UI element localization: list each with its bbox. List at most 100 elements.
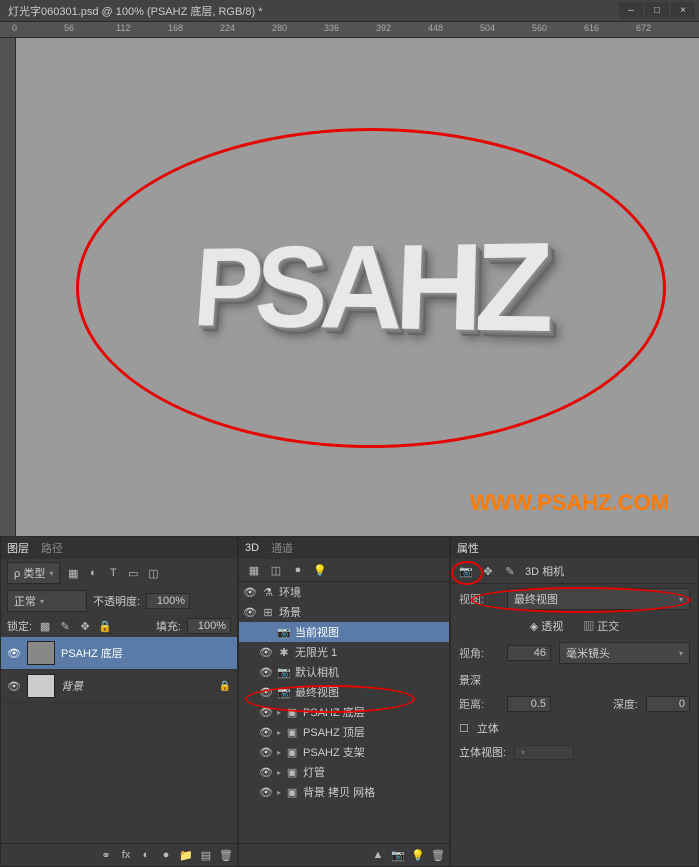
close-button[interactable]: × xyxy=(671,2,695,18)
visibility-toggle[interactable]: 👁 xyxy=(7,647,21,660)
layers-panel: 图层 路径 ρ 类型 ▾ ▦ ◐ T ▭ ◫ 正常 ▾ 不透明度: 100% 锁… xyxy=(0,536,238,867)
item-environment[interactable]: 👁⚗环境 xyxy=(239,582,449,602)
fov-input[interactable]: 46 xyxy=(507,645,551,661)
filter-shape-icon[interactable]: ▭ xyxy=(126,566,140,580)
item-infinite-light[interactable]: 👁✱无限光 1 xyxy=(239,642,449,662)
mask-icon[interactable]: ◐ xyxy=(139,848,153,862)
lock-transparency-icon[interactable]: ▩ xyxy=(38,619,52,633)
item-mesh-bracket[interactable]: 👁▸▣PSAHZ 支架 xyxy=(239,742,449,762)
adjustment-icon[interactable]: ● xyxy=(159,848,173,862)
stereo-checkbox[interactable]: ☐ xyxy=(459,722,469,735)
item-scene[interactable]: 👁⊞场景 xyxy=(239,602,449,622)
camera-icon[interactable]: 📷 xyxy=(459,564,473,578)
layer-thumbnail xyxy=(27,641,55,665)
fill-label: 填充: xyxy=(156,618,181,634)
camera-icon: 📷 xyxy=(277,685,291,699)
item-mesh-top[interactable]: 👁▸▣PSAHZ 顶层 xyxy=(239,722,449,742)
window-titlebar: 灯光字060301.psd @ 100% (PSAHZ 底层, RGB/8) *… xyxy=(0,0,699,22)
opacity-label: 不透明度: xyxy=(93,593,140,609)
canvas-area: PSAHZ WWW.PSAHZ.COM xyxy=(0,38,699,536)
filter-material-icon[interactable]: ● xyxy=(291,563,305,577)
lens-dropdown[interactable]: 毫米镜头▾ xyxy=(559,642,690,664)
mesh-icon: ▣ xyxy=(285,725,299,739)
panel-3d-footer: ▲ 📷 💡 🗑 xyxy=(239,843,449,866)
perspective-button[interactable]: ◈ 透视 xyxy=(530,618,564,634)
blend-mode-dropdown[interactable]: 正常 ▾ xyxy=(7,590,87,612)
item-final-view[interactable]: 👁📷最终视图 xyxy=(239,682,449,702)
fx-icon[interactable]: fx xyxy=(119,848,133,862)
filter-adjust-icon[interactable]: ◐ xyxy=(86,566,100,580)
mesh-icon: ▣ xyxy=(285,705,299,719)
dof-label: 景深 xyxy=(459,672,481,688)
bottom-panels: 图层 路径 ρ 类型 ▾ ▦ ◐ T ▭ ◫ 正常 ▾ 不透明度: 100% 锁… xyxy=(0,536,699,867)
item-mesh-tube[interactable]: 👁▸▣灯管 xyxy=(239,762,449,782)
item-current-view[interactable]: 📷当前视图 xyxy=(239,622,449,642)
ortho-button[interactable]: ▥ 正交 xyxy=(583,618,619,634)
view-dropdown[interactable]: 最终视图▾ xyxy=(507,588,690,610)
trash-icon[interactable]: 🗑 xyxy=(219,848,233,862)
coord-icon[interactable]: ✥ xyxy=(481,564,495,578)
opacity-input[interactable]: 100% xyxy=(146,593,190,609)
new-layer-icon[interactable]: ▤ xyxy=(199,848,213,862)
mesh-icon: ▣ xyxy=(285,745,299,759)
item-mesh-bg-copy[interactable]: 👁▸▣背景 拷贝 网格 xyxy=(239,782,449,802)
distance-input[interactable]: 0.5 xyxy=(507,696,551,712)
layer-name: PSAHZ 底层 xyxy=(61,645,123,661)
panel-header: 3D 相机 xyxy=(525,563,564,579)
lock-paint-icon[interactable]: ✎ xyxy=(58,619,72,633)
item-default-camera[interactable]: 👁📷默认相机 xyxy=(239,662,449,682)
watermark-text: WWW.PSAHZ.COM xyxy=(470,490,669,516)
panel-3d: 3D 通道 ▦ ◫ ● 💡 👁⚗环境 👁⊞场景 📷当前视图 👁✱无限光 1 👁📷… xyxy=(238,536,450,867)
scene-tree: 👁⚗环境 👁⊞场景 📷当前视图 👁✱无限光 1 👁📷默认相机 👁📷最终视图 👁▸… xyxy=(239,582,449,843)
annotation-ellipse-main xyxy=(76,128,666,448)
tab-3d[interactable]: 3D xyxy=(245,542,259,554)
visibility-toggle[interactable]: 👁 xyxy=(7,680,21,693)
vertical-ruler xyxy=(0,38,16,536)
window-controls: – □ × xyxy=(619,2,695,18)
fill-input[interactable]: 100% xyxy=(187,618,231,634)
link-icon[interactable]: ⚭ xyxy=(99,848,113,862)
maximize-button[interactable]: □ xyxy=(645,2,669,18)
mesh-icon: ▣ xyxy=(285,785,299,799)
layer-list: 👁 PSAHZ 底层 👁 背景 🔒 xyxy=(1,637,237,843)
layer-thumbnail xyxy=(27,674,55,698)
distance-label: 距离: xyxy=(459,696,499,712)
lock-icon: 🔒 xyxy=(219,681,231,692)
tab-paths[interactable]: 路径 xyxy=(41,540,63,556)
fov-label: 视角: xyxy=(459,645,499,661)
new-icon[interactable]: 📷 xyxy=(391,848,405,862)
filter-light-icon[interactable]: 💡 xyxy=(313,563,327,577)
lock-position-icon[interactable]: ✥ xyxy=(78,619,92,633)
item-mesh-base[interactable]: 👁▸▣PSAHZ 底层 xyxy=(239,702,449,722)
filter-mesh-icon[interactable]: ◫ xyxy=(269,563,283,577)
canvas[interactable]: PSAHZ WWW.PSAHZ.COM xyxy=(16,38,699,536)
mesh-icon: ▣ xyxy=(285,765,299,779)
document-title: 灯光字060301.psd @ 100% (PSAHZ 底层, RGB/8) * xyxy=(8,3,262,19)
lock-all-icon[interactable]: 🔒 xyxy=(98,619,112,633)
render-icon[interactable]: ▲ xyxy=(371,848,385,862)
stereo-label: 立体 xyxy=(477,720,499,736)
layer-item-background[interactable]: 👁 背景 🔒 xyxy=(1,670,237,703)
filter-text-icon[interactable]: T xyxy=(106,566,120,580)
light-icon[interactable]: 💡 xyxy=(411,848,425,862)
properties-panel: 属性 📷 ✥ ✎ 3D 相机 视图: 最终视图▾ ◈ 透视 ▥ 正交 视角: 4… xyxy=(450,536,699,867)
group-icon[interactable]: 📁 xyxy=(179,848,193,862)
depth-label: 深度: xyxy=(613,696,638,712)
layer-item-psahz[interactable]: 👁 PSAHZ 底层 xyxy=(1,637,237,670)
view-label: 视图: xyxy=(459,591,499,607)
layers-footer: ⚭ fx ◐ ● 📁 ▤ 🗑 xyxy=(1,843,237,866)
light-icon: ✱ xyxy=(277,645,291,659)
minimize-button[interactable]: – xyxy=(619,2,643,18)
trash-icon[interactable]: 🗑 xyxy=(431,848,445,862)
stereo-view-dropdown: ▾ xyxy=(514,745,574,760)
tab-layers[interactable]: 图层 xyxy=(7,540,29,556)
brush-icon[interactable]: ✎ xyxy=(503,564,517,578)
stereo-view-label: 立体视图: xyxy=(459,744,506,760)
filter-scene-icon[interactable]: ▦ xyxy=(247,563,261,577)
tab-channels[interactable]: 通道 xyxy=(271,540,293,556)
depth-input[interactable]: 0 xyxy=(646,696,690,712)
tab-properties[interactable]: 属性 xyxy=(457,540,479,556)
layer-filter-type[interactable]: ρ 类型 ▾ xyxy=(7,562,60,584)
filter-smart-icon[interactable]: ◫ xyxy=(146,566,160,580)
filter-image-icon[interactable]: ▦ xyxy=(66,566,80,580)
